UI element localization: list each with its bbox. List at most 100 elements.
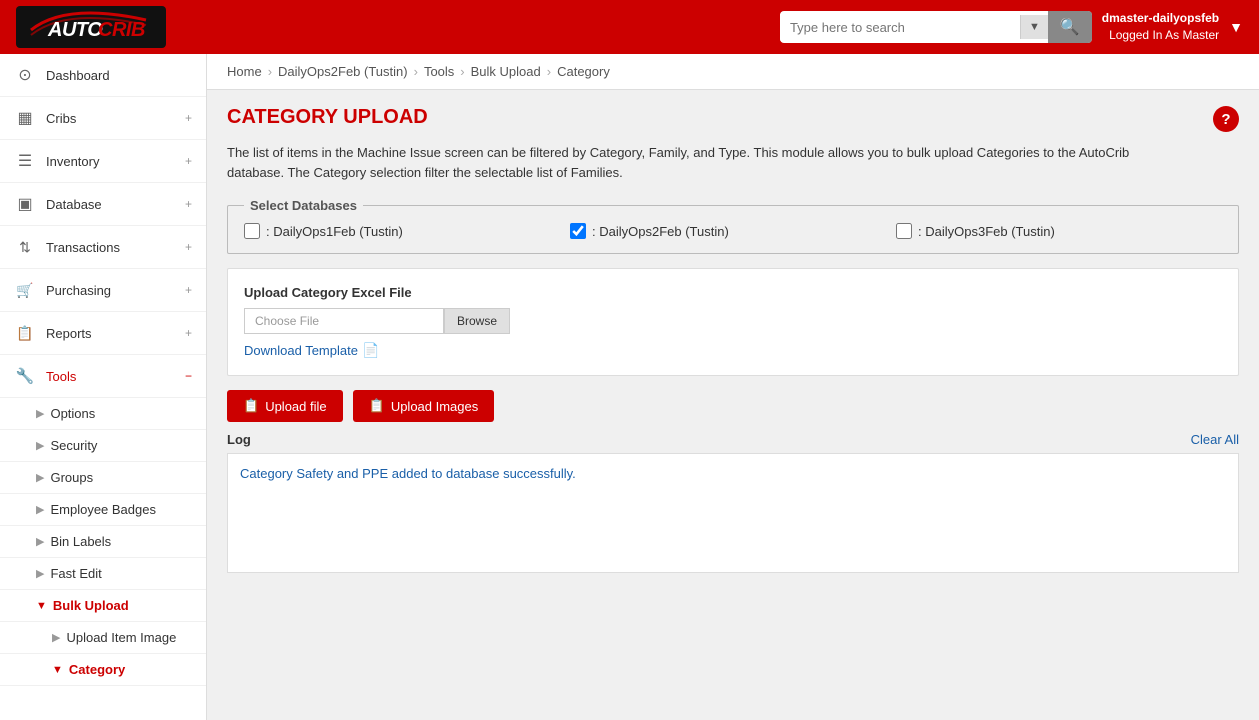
- fast-edit-arrow-icon: ▶: [36, 567, 44, 580]
- sidebar-label-inventory: Inventory: [46, 154, 185, 169]
- reports-expand-icon: +: [185, 326, 192, 340]
- sidebar-sub-label-bin-labels: Bin Labels: [50, 534, 111, 549]
- db3-checkbox[interactable]: [896, 223, 912, 239]
- file-name-display: Choose File: [244, 308, 444, 334]
- search-wrapper: ▼ 🔍: [780, 11, 1092, 43]
- sidebar-sub-label-upload-item-image: Upload Item Image: [66, 630, 176, 645]
- logo: AUTO CRIB: [16, 6, 166, 48]
- sidebar-item-cribs[interactable]: ▦ Cribs +: [0, 97, 206, 140]
- breadcrumb-sep-1: ›: [268, 64, 272, 79]
- logged-in-as: Logged In As Master: [1102, 27, 1219, 44]
- username: dmaster-dailyopsfeb: [1102, 10, 1219, 27]
- breadcrumb-bulk-upload[interactable]: Bulk Upload: [471, 64, 541, 79]
- reports-icon: 📋: [14, 322, 36, 344]
- logo-area: AUTO CRIB: [16, 6, 166, 48]
- sidebar-label-reports: Reports: [46, 326, 185, 341]
- svg-text:AUTO: AUTO: [47, 19, 103, 41]
- app-header: AUTO CRIB ▼ 🔍 dmaster-dailyopsfeb Logged…: [0, 0, 1259, 54]
- db3-label: : DailyOps3Feb (Tustin): [918, 224, 1055, 239]
- sidebar-sub-item-fast-edit[interactable]: ▶ Fast Edit: [0, 558, 206, 590]
- sidebar-item-purchasing[interactable]: 🛒 Purchasing +: [0, 269, 206, 312]
- breadcrumb-home[interactable]: Home: [227, 64, 262, 79]
- sidebar-sub-item-bin-labels[interactable]: ▶ Bin Labels: [0, 526, 206, 558]
- upload-file-button[interactable]: 📋 Upload file: [227, 390, 343, 422]
- sidebar-item-inventory[interactable]: ☰ Inventory +: [0, 140, 206, 183]
- db2-label: : DailyOps2Feb (Tustin): [592, 224, 729, 239]
- breadcrumb-current: Category: [557, 64, 610, 79]
- db1-checkbox[interactable]: [244, 223, 260, 239]
- upload-images-button[interactable]: 📋 Upload Images: [353, 390, 495, 422]
- inventory-icon: ☰: [14, 150, 36, 172]
- sidebar-item-transactions[interactable]: ⇅ Transactions +: [0, 226, 206, 269]
- bin-labels-arrow-icon: ▶: [36, 535, 44, 548]
- security-arrow-icon: ▶: [36, 439, 44, 452]
- db1-label: : DailyOps1Feb (Tustin): [266, 224, 403, 239]
- help-button[interactable]: ?: [1213, 106, 1239, 132]
- db-checkbox-item-3: : DailyOps3Feb (Tustin): [896, 223, 1222, 239]
- sidebar-sub-item-options[interactable]: ▶ Options: [0, 398, 206, 430]
- purchasing-icon: 🛒: [14, 279, 36, 301]
- log-label: Log: [227, 432, 251, 447]
- dashboard-icon: ⊙: [14, 64, 36, 86]
- svg-text:CRIB: CRIB: [98, 19, 145, 41]
- download-icon: 📄: [362, 342, 379, 359]
- action-buttons: 📋 Upload file 📋 Upload Images: [227, 390, 1239, 422]
- db2-checkbox[interactable]: [570, 223, 586, 239]
- upload-file-icon: 📋: [243, 398, 259, 414]
- sidebar-label-database: Database: [46, 197, 185, 212]
- sidebar-sub-item-category[interactable]: ▼ Category: [0, 654, 206, 686]
- sidebar-item-database[interactable]: ▣ Database +: [0, 183, 206, 226]
- bulk-upload-arrow-icon: ▼: [36, 600, 47, 612]
- breadcrumb-tools[interactable]: Tools: [424, 64, 454, 79]
- search-dropdown-button[interactable]: ▼: [1020, 15, 1048, 39]
- clear-all-link[interactable]: Clear All: [1191, 432, 1239, 447]
- sidebar: ⊙ Dashboard ▦ Cribs + ☰ Inventory + ▣ Da…: [0, 54, 207, 720]
- page-title: CATEGORY UPLOAD: [227, 106, 428, 129]
- sidebar-sub-label-groups: Groups: [50, 470, 93, 485]
- description-text: The list of items in the Machine Issue s…: [227, 143, 1239, 182]
- sidebar-item-reports[interactable]: 📋 Reports +: [0, 312, 206, 355]
- download-template-link[interactable]: Download Template 📄: [244, 342, 1222, 359]
- sidebar-sub-item-security[interactable]: ▶ Security: [0, 430, 206, 462]
- select-databases-legend: Select Databases: [244, 198, 363, 213]
- breadcrumb: Home › DailyOps2Feb (Tustin) › Tools › B…: [207, 54, 1259, 90]
- sidebar-sub-label-security: Security: [50, 438, 97, 453]
- database-icon: ▣: [14, 193, 36, 215]
- user-info: dmaster-dailyopsfeb Logged In As Master: [1102, 10, 1219, 44]
- select-databases-panel: Select Databases : DailyOps1Feb (Tustin)…: [227, 198, 1239, 254]
- log-message: Category Safety and PPE added to databas…: [240, 466, 1226, 481]
- search-button[interactable]: 🔍: [1048, 11, 1092, 43]
- log-box: Category Safety and PPE added to databas…: [227, 453, 1239, 573]
- transactions-expand-icon: +: [185, 240, 192, 254]
- upload-images-icon: 📋: [369, 398, 385, 414]
- sidebar-label-purchasing: Purchasing: [46, 283, 185, 298]
- breadcrumb-dailyops[interactable]: DailyOps2Feb (Tustin): [278, 64, 408, 79]
- employee-badges-arrow-icon: ▶: [36, 503, 44, 516]
- purchasing-expand-icon: +: [185, 283, 192, 297]
- sidebar-sub-item-bulk-upload[interactable]: ▼ Bulk Upload: [0, 590, 206, 622]
- sidebar-item-dashboard[interactable]: ⊙ Dashboard: [0, 54, 206, 97]
- breadcrumb-sep-3: ›: [460, 64, 464, 79]
- sidebar-sub-item-groups[interactable]: ▶ Groups: [0, 462, 206, 494]
- sidebar-sub-item-upload-item-image[interactable]: ▶ Upload Item Image: [0, 622, 206, 654]
- log-header: Log Clear All: [227, 432, 1239, 447]
- transactions-icon: ⇅: [14, 236, 36, 258]
- tools-expand-icon: −: [185, 369, 192, 383]
- autocrib-logo: AUTO CRIB: [26, 10, 156, 44]
- options-arrow-icon: ▶: [36, 407, 44, 420]
- sidebar-sub-item-employee-badges[interactable]: ▶ Employee Badges: [0, 494, 206, 526]
- sidebar-sub-label-options: Options: [50, 406, 95, 421]
- browse-button[interactable]: Browse: [444, 308, 510, 334]
- sidebar-label-transactions: Transactions: [46, 240, 185, 255]
- database-expand-icon: +: [185, 197, 192, 211]
- category-arrow-icon: ▼: [52, 664, 63, 676]
- db-checkbox-item-2: : DailyOps2Feb (Tustin): [570, 223, 896, 239]
- header-right: ▼ 🔍 dmaster-dailyopsfeb Logged In As Mas…: [780, 10, 1243, 44]
- sidebar-item-tools[interactable]: 🔧 Tools −: [0, 355, 206, 398]
- sidebar-label-tools: Tools: [46, 369, 185, 384]
- upload-section-label: Upload Category Excel File: [244, 285, 1222, 300]
- page-content: CATEGORY UPLOAD ? The list of items in t…: [207, 90, 1259, 589]
- cribs-expand-icon: +: [185, 111, 192, 125]
- user-menu-chevron[interactable]: ▼: [1229, 19, 1243, 35]
- search-input[interactable]: [780, 14, 1020, 41]
